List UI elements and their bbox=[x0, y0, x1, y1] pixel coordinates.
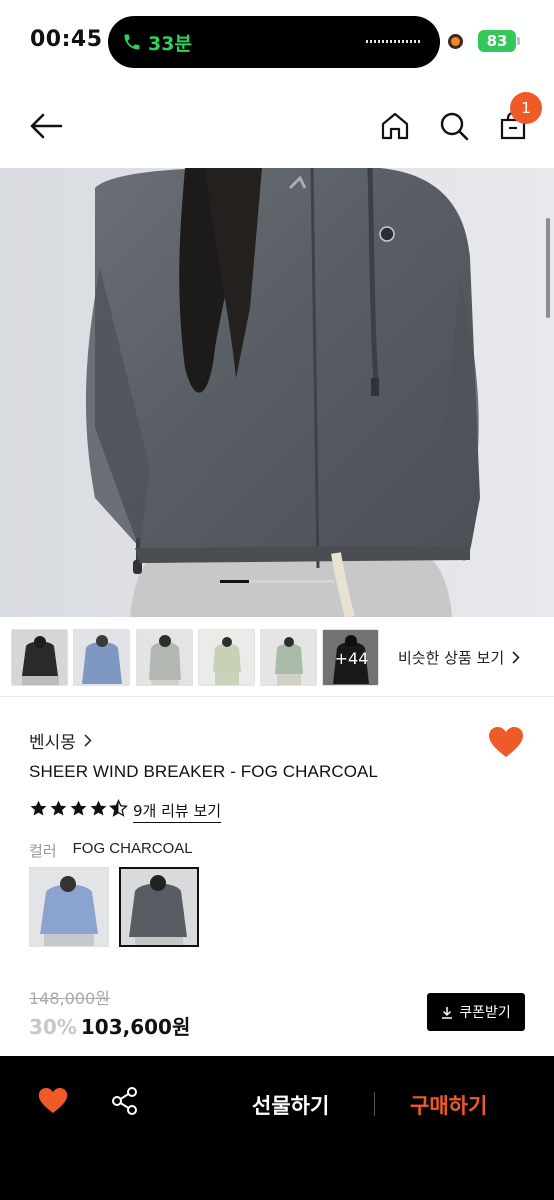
wishlist-button[interactable] bbox=[38, 1087, 70, 1115]
cart-count-badge: 1 bbox=[510, 92, 542, 124]
battery-level: 83 bbox=[486, 32, 508, 50]
chevron-right-icon bbox=[512, 651, 520, 664]
color-label: 컬러 bbox=[29, 842, 57, 860]
scroll-indicator bbox=[546, 218, 550, 318]
color-swatch-image bbox=[30, 868, 108, 946]
phone-icon bbox=[124, 34, 140, 50]
star-icon bbox=[50, 800, 67, 816]
download-icon bbox=[442, 1006, 453, 1019]
product-main-image[interactable] bbox=[0, 168, 554, 617]
star-icon bbox=[70, 800, 87, 816]
thumbnail-1[interactable] bbox=[11, 629, 68, 686]
thumbnail-strip: +44 비슷한 상품 보기 bbox=[0, 617, 554, 697]
more-images-count: +44 bbox=[323, 630, 378, 685]
thumbnail-image bbox=[74, 630, 129, 685]
home-button[interactable] bbox=[375, 106, 415, 146]
status-bar: 00:45 33분 83 bbox=[0, 0, 554, 84]
bottom-action-bar: 선물하기 구매하기 bbox=[0, 1056, 554, 1200]
share-icon bbox=[112, 1087, 137, 1115]
brand-link[interactable]: 벤시몽 bbox=[29, 728, 92, 753]
chevron-right-icon bbox=[84, 734, 92, 747]
discount-rate: 30% bbox=[29, 1015, 77, 1039]
gift-button[interactable]: 선물하기 bbox=[252, 1090, 329, 1120]
dynamic-island[interactable]: 33분 bbox=[108, 16, 440, 68]
search-icon bbox=[440, 112, 469, 141]
like-button[interactable] bbox=[488, 726, 524, 758]
review-link[interactable]: 9개 리뷰 보기 bbox=[133, 800, 222, 823]
status-time: 00:45 bbox=[30, 27, 103, 52]
product-name: SHEER WIND BREAKER - FOG CHARCOAL bbox=[29, 762, 379, 781]
similar-products-link[interactable]: 비슷한 상품 보기 bbox=[398, 647, 520, 668]
original-price: 148,000원 bbox=[29, 989, 110, 1008]
thumbnail-4[interactable] bbox=[198, 629, 255, 686]
star-icon bbox=[30, 800, 47, 816]
back-arrow-icon bbox=[30, 113, 63, 139]
rating-stars bbox=[29, 799, 128, 818]
sale-price: 103,600원 bbox=[80, 1015, 191, 1039]
image-pager bbox=[220, 580, 334, 583]
similar-products-label: 비슷한 상품 보기 bbox=[398, 649, 505, 667]
coupon-label: 쿠폰받기 bbox=[459, 1005, 511, 1021]
star-icon bbox=[90, 800, 107, 816]
search-button[interactable] bbox=[434, 106, 474, 146]
recording-indicator-icon bbox=[448, 34, 463, 49]
top-nav bbox=[0, 84, 554, 168]
back-button[interactable] bbox=[26, 106, 66, 146]
battery-indicator: 83 bbox=[478, 30, 520, 52]
color-selector-label: 컬러 FOG CHARCOAL bbox=[29, 840, 193, 861]
color-swatch-charcoal[interactable] bbox=[119, 867, 199, 947]
thumbnail-more[interactable]: +44 bbox=[322, 629, 379, 686]
call-duration: 33분 bbox=[148, 32, 192, 55]
divider bbox=[374, 1092, 375, 1116]
share-button[interactable] bbox=[110, 1086, 142, 1118]
thumbnail-image bbox=[261, 630, 316, 685]
price-row: 30% 103,600원 bbox=[29, 1011, 190, 1040]
color-swatch-blue[interactable] bbox=[29, 867, 109, 947]
color-value: FOG CHARCOAL bbox=[72, 840, 193, 857]
coupon-button[interactable]: 쿠폰받기 bbox=[427, 993, 525, 1031]
audio-waveform bbox=[366, 40, 420, 43]
thumbnail-image bbox=[199, 630, 254, 685]
thumbnail-image bbox=[12, 630, 67, 685]
heart-icon bbox=[489, 727, 523, 757]
brand-name: 벤시몽 bbox=[29, 733, 76, 753]
thumbnail-image bbox=[137, 630, 192, 685]
thumbnail-2[interactable] bbox=[73, 629, 130, 686]
star-half-icon bbox=[109, 799, 128, 817]
call-indicator: 33분 bbox=[122, 29, 192, 55]
home-icon bbox=[381, 112, 409, 140]
thumbnail-3[interactable] bbox=[136, 629, 193, 686]
image-pager-active bbox=[220, 580, 249, 583]
color-swatch-image bbox=[121, 869, 197, 945]
thumbnail-5[interactable] bbox=[260, 629, 317, 686]
jacket-photo bbox=[0, 168, 554, 617]
buy-button[interactable]: 구매하기 bbox=[410, 1090, 487, 1120]
heart-icon bbox=[38, 1088, 68, 1113]
